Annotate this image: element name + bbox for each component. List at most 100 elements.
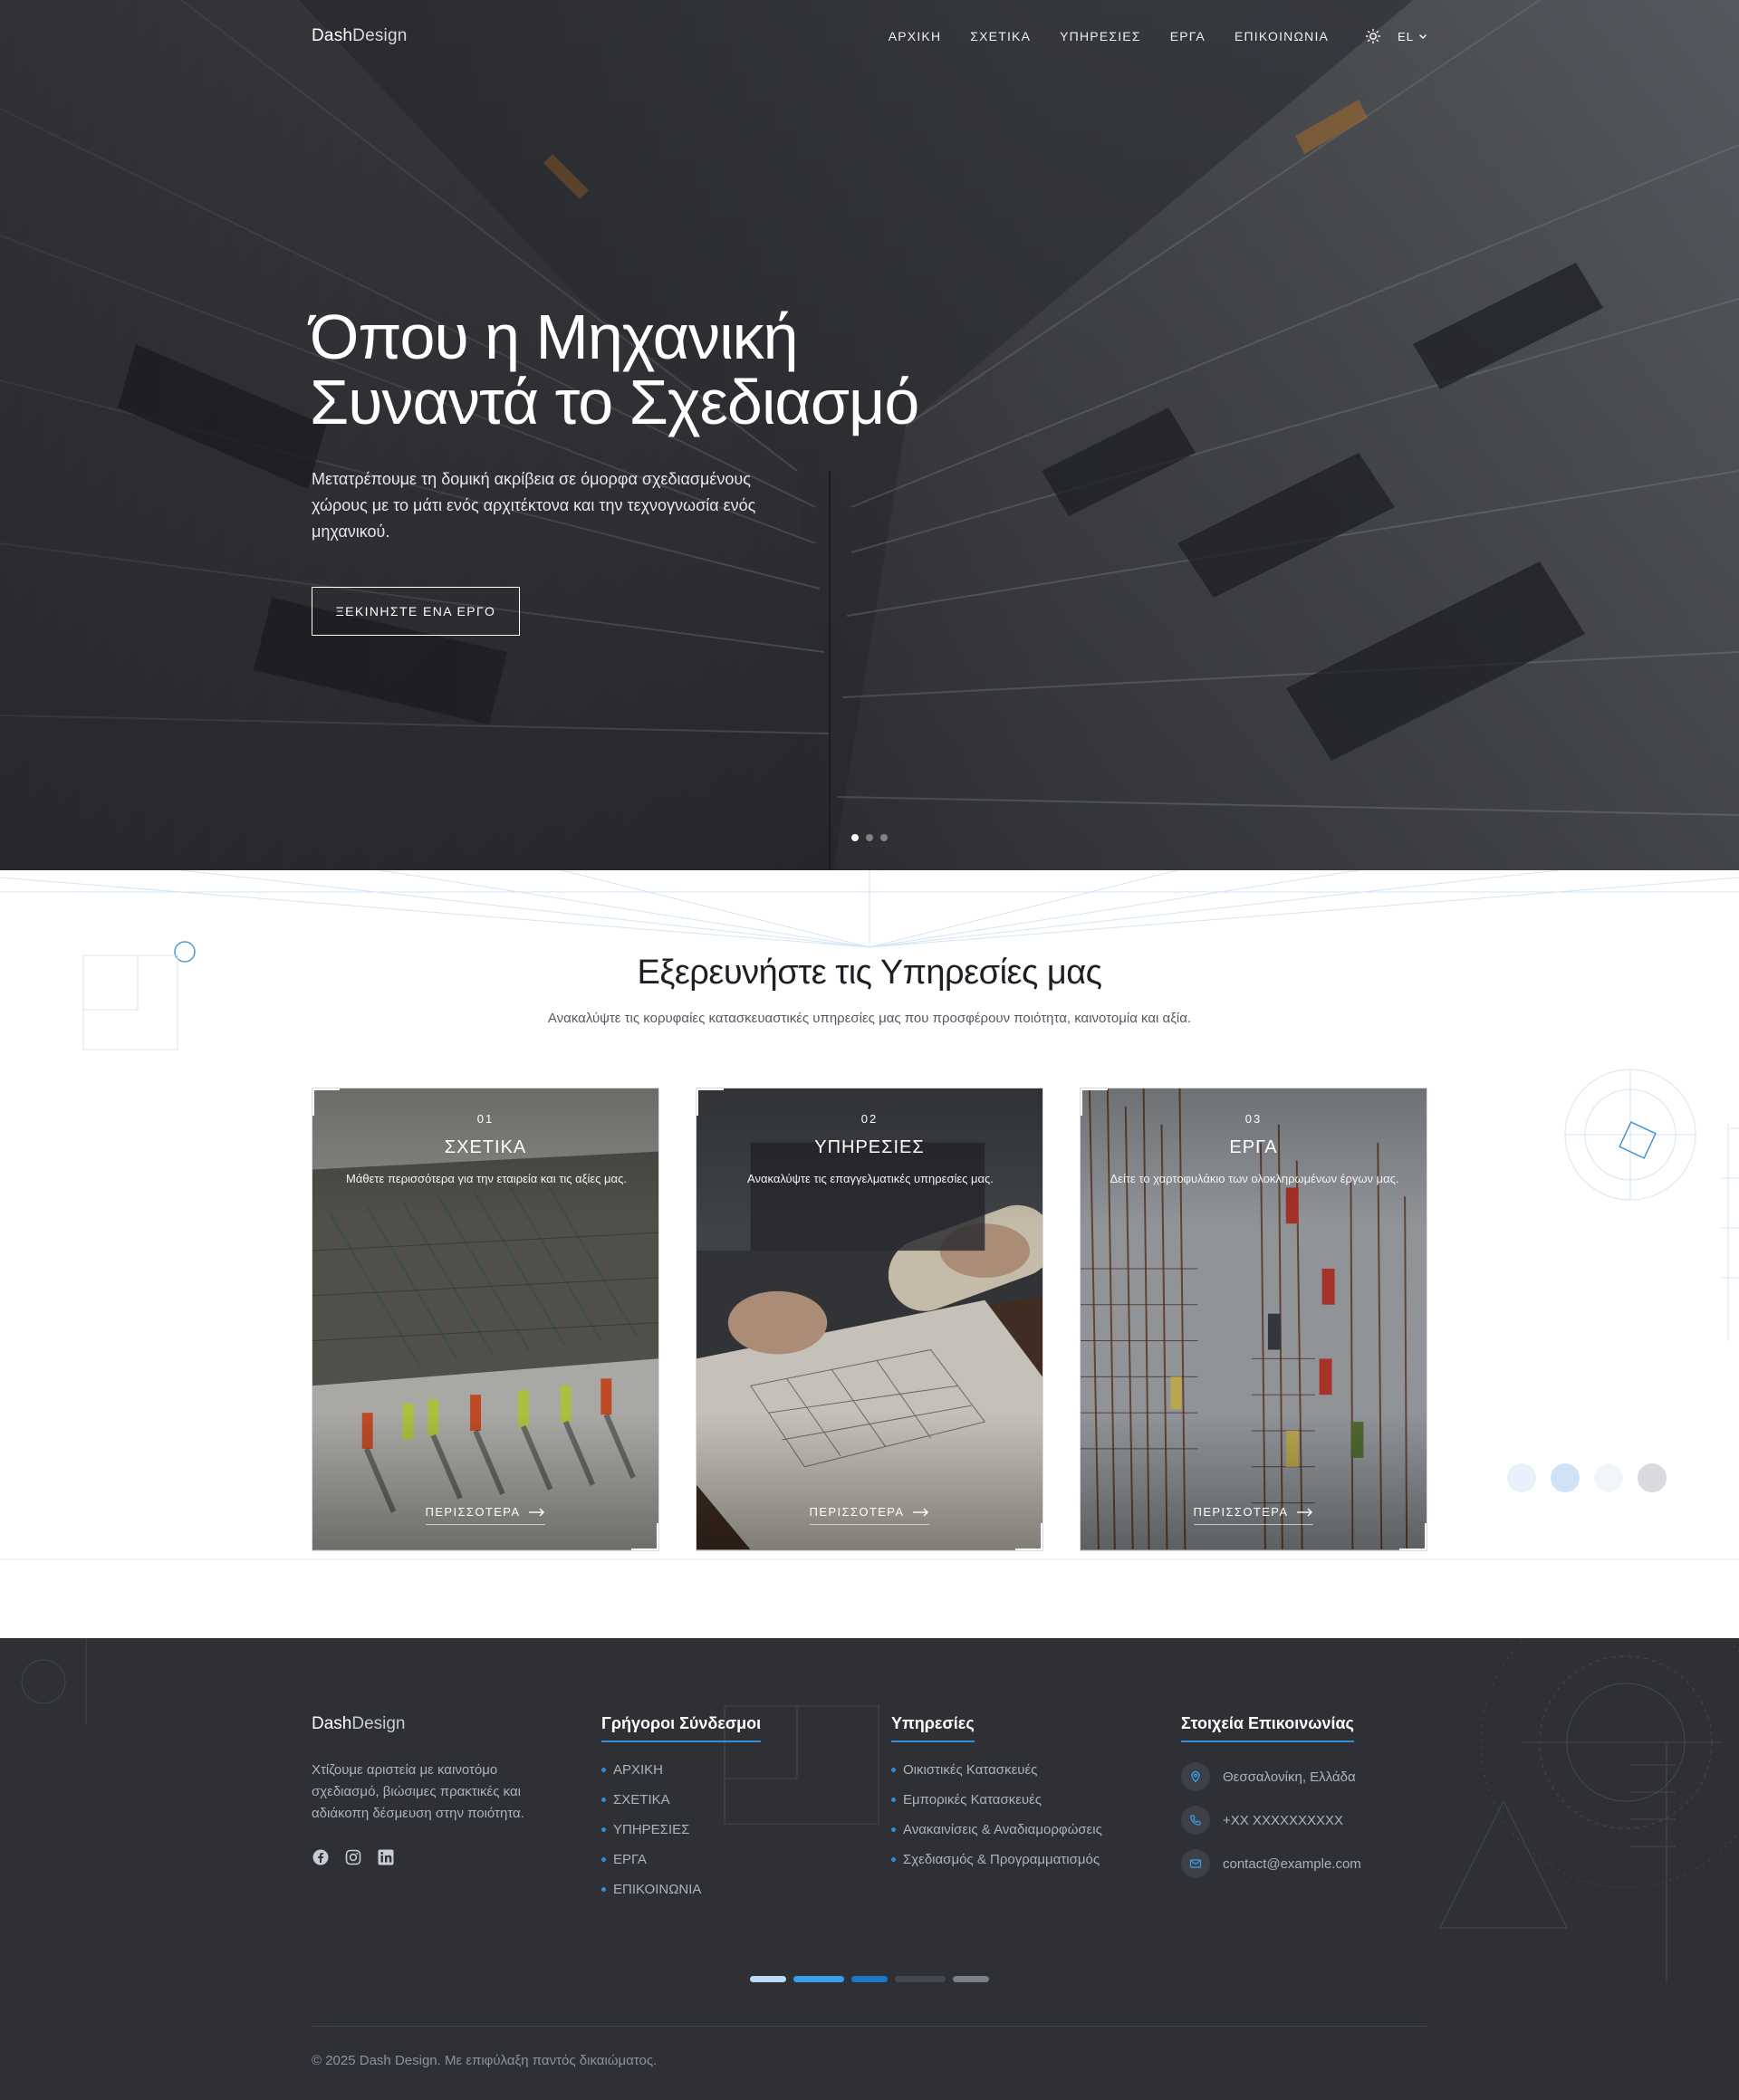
swatch xyxy=(1551,1463,1580,1492)
hero-section: DashDesign ΑΡΧΙΚΗ ΣΧΕΤΙΚΑ ΥΠΗΡΕΣΙΕΣ ΕΡΓΑ… xyxy=(0,0,1739,870)
nav-link-projects[interactable]: ΕΡΓΑ xyxy=(1170,29,1206,43)
facebook-icon[interactable] xyxy=(312,1848,330,1866)
quick-link-label: ΕΡΓΑ xyxy=(613,1852,647,1867)
more-link-services[interactable]: ΠΕΡΙΣΣΟΤΕΡΑ xyxy=(809,1505,930,1525)
quick-links-list: ΑΡΧΙΚΗ ΣΧΕΤΙΚΑ ΥΠΗΡΕΣΙΕΣ ΕΡΓΑ ΕΠΙΚΟΙΝΩΝΙ… xyxy=(601,1762,761,1897)
footer-services-column: Υπηρεσίες Οικιστικές Κατασκευές Εμπορικέ… xyxy=(891,1714,1102,1882)
color-bar xyxy=(851,1976,888,1982)
bullet-icon xyxy=(601,1887,606,1892)
card-corner-decoration xyxy=(631,1523,658,1550)
color-swatches xyxy=(1507,1463,1667,1492)
slider-dot-1[interactable] xyxy=(851,834,859,841)
hero-slider-dots xyxy=(851,834,888,841)
footer-about-text: Χτίζουμε αριστεία με καινοτόμο σχεδιασμό… xyxy=(312,1762,524,1821)
bullet-icon xyxy=(891,1827,896,1832)
service-card-services[interactable]: 02 ΥΠΗΡΕΣΙΕΣ Ανακαλύψτε τις επαγγελματικ… xyxy=(696,1088,1043,1551)
service-cards: 01 ΣΧΕΤΙΚΑ Μάθετε περισσότερα για την ετ… xyxy=(312,1088,1427,1551)
more-link-about[interactable]: ΠΕΡΙΣΣΟΤΕΡΑ xyxy=(425,1505,546,1525)
quick-link-label: ΕΠΙΚΟΙΝΩΝΙΑ xyxy=(613,1882,702,1897)
swatch xyxy=(1507,1463,1536,1492)
contact-email-text: contact@example.com xyxy=(1223,1855,1361,1872)
color-bar xyxy=(953,1976,989,1982)
service-link-label: Ανακαινίσεις & Αναδιαμορφώσεις xyxy=(903,1822,1102,1837)
nav-links: ΑΡΧΙΚΗ ΣΧΕΤΙΚΑ ΥΠΗΡΕΣΙΕΣ ΕΡΓΑ ΕΠΙΚΟΙΝΩΝΙ… xyxy=(889,29,1329,43)
language-selector[interactable]: EL xyxy=(1398,30,1427,43)
instagram-icon[interactable] xyxy=(344,1848,362,1866)
quick-link-services[interactable]: ΥΠΗΡΕΣΙΕΣ xyxy=(601,1822,761,1837)
bullet-icon xyxy=(601,1827,606,1832)
arrow-right-icon xyxy=(1297,1508,1313,1516)
quick-link-home[interactable]: ΑΡΧΙΚΗ xyxy=(601,1762,761,1778)
sun-icon[interactable] xyxy=(1365,28,1381,44)
quick-link-label: ΣΧΕΤΙΚΑ xyxy=(613,1792,670,1808)
color-bar xyxy=(750,1976,786,1982)
footer-divider xyxy=(312,2026,1427,2027)
contact-location-text: Θεσσαλονίκη, Ελλάδα xyxy=(1223,1769,1356,1785)
footer-color-bars xyxy=(750,1976,989,1982)
contact-list: Θεσσαλονίκη, Ελλάδα +XX XXXXXXXXXX conta… xyxy=(1181,1762,1361,1878)
service-link-commercial[interactable]: Εμπορικές Κατασκευές xyxy=(891,1792,1102,1808)
mail-icon xyxy=(1181,1849,1210,1878)
card-title: ΕΡΓΑ xyxy=(1229,1137,1278,1157)
card-number: 03 xyxy=(1244,1112,1263,1126)
card-description: Ανακαλύψτε τις επαγγελματικές υπηρεσίες … xyxy=(747,1172,994,1185)
service-link-label: Οικιστικές Κατασκευές xyxy=(903,1762,1038,1778)
contact-phone-text: +XX XXXXXXXXXX xyxy=(1223,1812,1343,1828)
contact-email[interactable]: contact@example.com xyxy=(1181,1849,1361,1878)
arrow-right-icon xyxy=(529,1508,545,1516)
nav-link-contact[interactable]: ΕΠΙΚΟΙΝΩΝΙΑ xyxy=(1235,29,1329,43)
card-corner-decoration xyxy=(1399,1523,1427,1550)
nav-link-services[interactable]: ΥΠΗΡΕΣΙΕΣ xyxy=(1060,29,1141,43)
footer-contact-column: Στοιχεία Επικοινωνίας Θεσσαλονίκη, Ελλάδ… xyxy=(1181,1714,1361,1893)
card-title: ΥΠΗΡΕΣΙΕΣ xyxy=(814,1137,925,1157)
services-subtitle: Ανακαλύψτε τις κορυφαίες κατασκευαστικές… xyxy=(547,1011,1192,1026)
card-title: ΣΧΕΤΙΚΑ xyxy=(444,1137,527,1157)
more-link-projects[interactable]: ΠΕΡΙΣΣΟΤΕΡΑ xyxy=(1193,1505,1314,1525)
contact-heading: Στοιχεία Επικοινωνίας xyxy=(1181,1714,1354,1742)
service-link-residential[interactable]: Οικιστικές Κατασκευές xyxy=(891,1762,1102,1778)
more-link-label: ΠΕΡΙΣΣΟΤΕΡΑ xyxy=(809,1505,905,1519)
footer-logo-light: Design xyxy=(351,1714,406,1733)
arrow-right-icon xyxy=(913,1508,929,1516)
services-section: Εξερευνήστε τις Υπηρεσίες μας Ανακαλύψτε… xyxy=(0,870,1739,1638)
slider-dot-3[interactable] xyxy=(880,834,888,841)
bullet-icon xyxy=(891,1798,896,1802)
linkedin-icon[interactable] xyxy=(377,1848,395,1866)
footer-blueprint-decoration xyxy=(21,1638,1739,1982)
bullet-icon xyxy=(601,1857,606,1862)
color-bar xyxy=(793,1976,844,1982)
color-bar xyxy=(895,1976,946,1982)
footer-logo[interactable]: DashDesign xyxy=(312,1714,406,1733)
bullet-icon xyxy=(601,1768,606,1772)
site-logo[interactable]: DashDesign xyxy=(312,26,408,46)
services-title: Εξερευνήστε τις Υπηρεσίες μας xyxy=(637,954,1102,992)
nav-link-about[interactable]: ΣΧΕΤΙΚΑ xyxy=(970,29,1031,43)
quick-link-contact[interactable]: ΕΠΙΚΟΙΝΩΝΙΑ xyxy=(601,1882,761,1897)
contact-phone[interactable]: +XX XXXXXXXXXX xyxy=(1181,1806,1361,1835)
more-link-label: ΠΕΡΙΣΣΟΤΕΡΑ xyxy=(1193,1505,1289,1519)
site-footer: DashDesign Χτίζουμε αριστεία με καινοτόμ… xyxy=(0,1638,1739,2100)
quick-link-label: ΥΠΗΡΕΣΙΕΣ xyxy=(613,1822,690,1837)
service-link-renovations[interactable]: Ανακαινίσεις & Αναδιαμορφώσεις xyxy=(891,1822,1102,1837)
service-card-projects[interactable]: 03 ΕΡΓΑ Δείτε το χαρτοφυλάκιο των ολοκλη… xyxy=(1080,1088,1427,1551)
logo-text-light: Design xyxy=(352,26,408,45)
top-navigation: DashDesign ΑΡΧΙΚΗ ΣΧΕΤΙΚΑ ΥΠΗΡΕΣΙΕΣ ΕΡΓΑ… xyxy=(312,20,1427,53)
chevron-down-icon xyxy=(1419,34,1427,39)
location-icon xyxy=(1181,1762,1210,1791)
nav-link-home[interactable]: ΑΡΧΙΚΗ xyxy=(889,29,942,43)
card-description: Μάθετε περισσότερα για την εταιρεία και … xyxy=(346,1172,627,1185)
card-more: ΠΕΡΙΣΣΟΤΕΡΑ xyxy=(312,1505,658,1525)
footer-logo-bold: Dash xyxy=(312,1714,352,1733)
hero-title: Όπου η Μηχανική Συναντά το Σχεδιασμό xyxy=(310,304,1034,435)
service-link-label: Σχεδιασμός & Προγραμματισμός xyxy=(903,1852,1100,1867)
hero-title-line-1: Όπου η Μηχανική xyxy=(310,302,799,372)
service-link-planning[interactable]: Σχεδιασμός & Προγραμματισμός xyxy=(891,1852,1102,1867)
start-project-button[interactable]: ΞΕΚΙΝΗΣΤΕ ΕΝΑ ΕΡΓΟ xyxy=(312,587,520,636)
quick-link-projects[interactable]: ΕΡΓΑ xyxy=(601,1852,761,1867)
services-list: Οικιστικές Κατασκευές Εμπορικές Κατασκευ… xyxy=(891,1762,1102,1867)
more-link-label: ΠΕΡΙΣΣΟΤΕΡΑ xyxy=(425,1505,521,1519)
slider-dot-2[interactable] xyxy=(866,834,873,841)
quick-links-heading: Γρήγοροι Σύνδεσμοι xyxy=(601,1714,762,1742)
quick-link-about[interactable]: ΣΧΕΤΙΚΑ xyxy=(601,1792,761,1808)
service-card-about[interactable]: 01 ΣΧΕΤΙΚΑ Μάθετε περισσότερα για την ετ… xyxy=(312,1088,659,1551)
